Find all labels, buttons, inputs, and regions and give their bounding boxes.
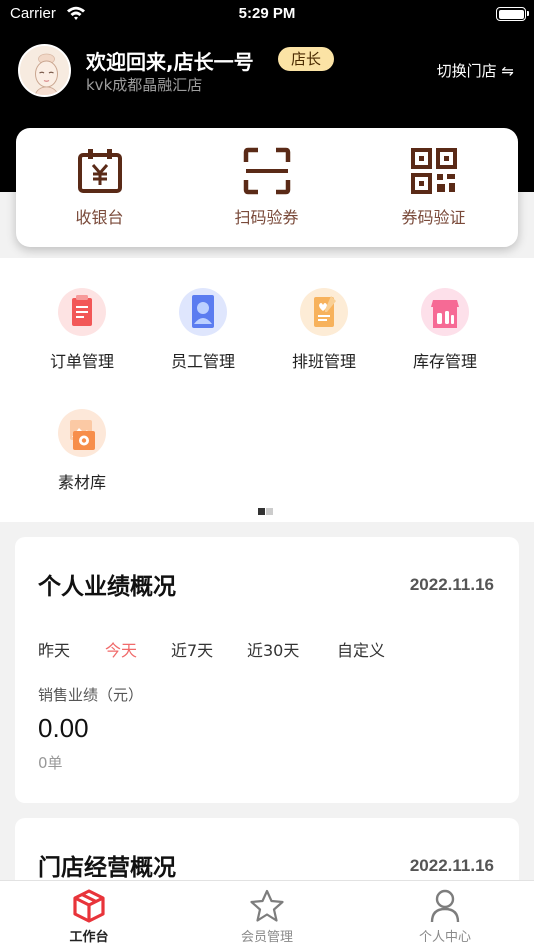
schedule-icon (300, 288, 348, 336)
menu-label-materials: 素材库 (57, 473, 106, 492)
pager-dot (266, 508, 273, 515)
menu-label-orders: 订单管理 (49, 352, 114, 371)
menu-item-staff[interactable]: 员工管理 (143, 288, 263, 388)
order-icon (58, 288, 106, 336)
clock: 5:29 PM (238, 5, 296, 22)
menu-item-schedule[interactable]: 排班管理 (264, 288, 384, 388)
performance-title: 个人业绩概况 (38, 574, 176, 600)
inventory-icon (421, 288, 469, 336)
bottom-tab-bar: 工作台 会员管理 个人中心 (0, 880, 534, 950)
pager-dot-active (258, 508, 265, 515)
battery-icon (496, 7, 529, 21)
store-overview-title: 门店经营概况 (38, 855, 176, 881)
star-icon (250, 889, 284, 922)
tab-members-label: 会员管理 (240, 930, 293, 945)
verify-code-button[interactable]: 券码验证 (350, 128, 517, 247)
tab-profile-label: 个人中心 (418, 930, 471, 945)
menu-item-inventory[interactable]: 库存管理 (385, 288, 505, 388)
tab-yesterday[interactable]: 昨天 (38, 637, 70, 661)
tab-30-days[interactable]: 近30天 (247, 637, 299, 661)
store-overview-date: 2022.11.16 (409, 856, 494, 875)
tab-today[interactable]: 今天 (105, 637, 137, 661)
status-bar: Carrier 5:29 PM (0, 0, 534, 30)
menu-pager (258, 500, 274, 519)
workbench-icon (73, 889, 105, 923)
quick-action-card: 收银台 扫码验券 券码验证 (16, 128, 518, 247)
function-menu: 订单管理 员工管理 排班管理 库存管理 素材库 (0, 258, 534, 522)
menu-label-schedule: 排班管理 (291, 352, 356, 371)
verify-code-label: 券码验证 (401, 208, 466, 227)
menu-label-staff: 员工管理 (170, 352, 235, 371)
menu-item-orders[interactable]: 订单管理 (22, 288, 142, 388)
tab-7-days[interactable]: 近7天 (171, 637, 213, 661)
menu-label-inventory: 库存管理 (412, 352, 477, 371)
material-icon (58, 409, 106, 457)
staff-icon (179, 288, 227, 336)
role-badge: 店长 (278, 47, 335, 71)
scan-voucher-label: 扫码验券 (234, 208, 299, 227)
scan-voucher-button[interactable]: 扫码验券 (183, 128, 350, 247)
tab-workbench-label: 工作台 (69, 930, 109, 945)
welcome-text: 欢迎回来,店长一号 (86, 50, 254, 74)
tab-members[interactable]: 会员管理 (178, 881, 356, 950)
tab-profile[interactable]: 个人中心 (356, 881, 534, 950)
switch-store-button[interactable]: 切换门店 ⇋ (437, 60, 514, 81)
performance-date: 2022.11.16 (409, 575, 494, 594)
qr-code-icon (410, 148, 457, 194)
tab-custom[interactable]: 自定义 (337, 637, 385, 661)
tab-workbench[interactable]: 工作台 (0, 881, 178, 950)
scan-icon (243, 147, 290, 195)
sales-label: 销售业绩（元） (38, 686, 144, 704)
performance-card: 个人业绩概况 2022.11.16 昨天 今天 近7天 近30天 自定义 销售业… (15, 537, 519, 803)
cashier-icon (77, 149, 122, 193)
menu-item-materials[interactable]: 素材库 (22, 409, 142, 509)
cashier-label: 收银台 (75, 208, 124, 227)
store-name: kvk成都晶融汇店 (86, 76, 203, 94)
avatar[interactable] (18, 44, 71, 97)
order-count: 0单 (38, 754, 63, 772)
sales-value: 0.00 (38, 713, 89, 743)
person-icon (430, 889, 460, 923)
cashier-button[interactable]: 收银台 (16, 128, 183, 247)
